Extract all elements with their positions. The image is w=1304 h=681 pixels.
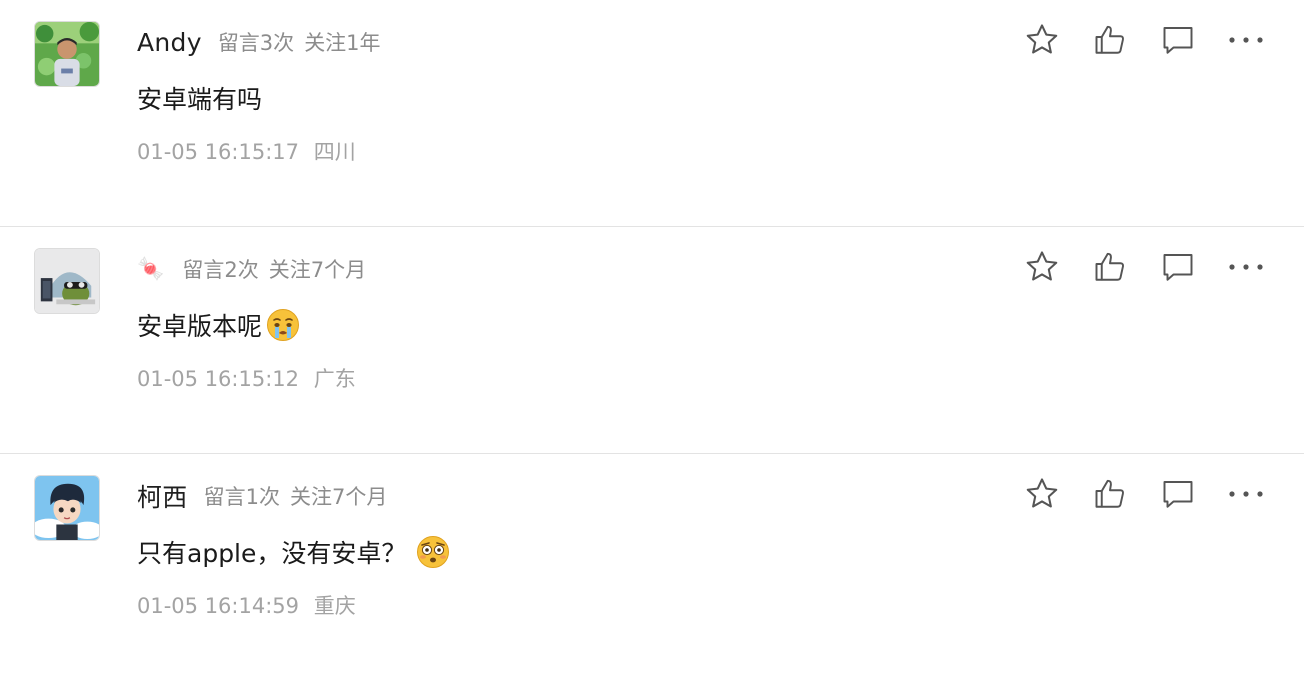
more-button[interactable] <box>1226 20 1266 60</box>
like-button[interactable] <box>1090 20 1130 60</box>
comment-item: 🍬 留言2次 关注7个月 安卓版本呢 01-05 16:15:12 广东 <box>0 227 1304 454</box>
comment-footer: 01-05 16:15:17 四川 <box>137 136 356 166</box>
more-icon <box>1229 37 1263 43</box>
comment-timestamp: 01-05 16:15:12 <box>137 367 300 391</box>
comment-icon <box>1163 254 1193 281</box>
comment-actions <box>994 247 1266 287</box>
comment-timestamp: 01-05 16:15:17 <box>137 140 300 164</box>
more-icon <box>1229 491 1263 497</box>
crying-face-icon <box>266 308 300 342</box>
like-button[interactable] <box>1090 247 1130 287</box>
follow-duration: 关注7个月 <box>289 485 388 509</box>
message-count: 留言2次 <box>182 258 259 282</box>
comment-item: Andy 留言3次 关注1年 安卓端有吗 01-05 16:15:17 四川 <box>0 0 1304 227</box>
thumbs-up-icon <box>1095 479 1124 508</box>
reply-button[interactable] <box>1158 474 1198 514</box>
username[interactable]: Andy <box>137 28 202 57</box>
comment-text: 安卓版本呢 <box>137 312 263 341</box>
follow-duration: 关注7个月 <box>268 258 367 282</box>
comment-footer: 01-05 16:14:59 重庆 <box>137 590 356 620</box>
thumbs-up-icon <box>1095 25 1124 54</box>
reply-button[interactable] <box>1158 20 1198 60</box>
reply-button[interactable] <box>1158 247 1198 287</box>
more-button[interactable] <box>1226 474 1266 514</box>
comment-meta: 柯西 留言1次 关注7个月 <box>137 478 397 514</box>
comment-content: 只有apple，没有安卓？ <box>137 534 450 570</box>
avatar-image <box>35 476 99 540</box>
comment-text: 安卓端有吗 <box>137 85 263 114</box>
comment-timestamp: 01-05 16:14:59 <box>137 594 300 618</box>
comment-content: 安卓版本呢 <box>137 307 300 343</box>
more-icon <box>1229 264 1263 270</box>
thumbs-up-icon <box>1095 252 1124 281</box>
like-button[interactable] <box>1090 474 1130 514</box>
star-button[interactable] <box>1022 20 1062 60</box>
comment-location: 广东 <box>313 367 356 391</box>
message-count: 留言3次 <box>217 31 295 55</box>
more-button[interactable] <box>1226 247 1266 287</box>
comment-location: 四川 <box>313 140 356 164</box>
comment-meta: Andy 留言3次 关注1年 <box>137 24 391 60</box>
comment-footer: 01-05 16:15:12 广东 <box>137 363 356 393</box>
avatar[interactable] <box>34 21 100 87</box>
avatar[interactable] <box>34 248 100 314</box>
comment-actions <box>994 20 1266 60</box>
comment-location: 重庆 <box>313 594 356 618</box>
avatar-image <box>35 249 99 313</box>
star-icon <box>1026 251 1058 281</box>
flushed-face-icon <box>416 535 450 569</box>
comment-icon <box>1163 481 1193 508</box>
avatar-image <box>35 22 99 86</box>
avatar[interactable] <box>34 475 100 541</box>
comment-item: 柯西 留言1次 关注7个月 只有apple，没有安卓？ 01-05 16:14:… <box>0 454 1304 681</box>
follow-duration: 关注1年 <box>304 31 381 55</box>
comment-text: 只有apple，没有安卓？ <box>137 539 407 568</box>
star-icon <box>1026 24 1058 54</box>
comment-actions <box>994 474 1266 514</box>
comment-list: Andy 留言3次 关注1年 安卓端有吗 01-05 16:15:17 四川 🍬… <box>0 0 1304 681</box>
star-icon <box>1026 478 1058 508</box>
comment-icon <box>1163 27 1193 54</box>
message-count: 留言1次 <box>203 485 280 509</box>
comment-content: 安卓端有吗 <box>137 80 262 116</box>
username[interactable]: 柯西 <box>137 478 188 514</box>
comment-meta: 🍬 留言2次 关注7个月 <box>137 251 376 287</box>
star-button[interactable] <box>1022 247 1062 287</box>
username-emoji[interactable]: 🍬 <box>137 257 164 282</box>
star-button[interactable] <box>1022 474 1062 514</box>
